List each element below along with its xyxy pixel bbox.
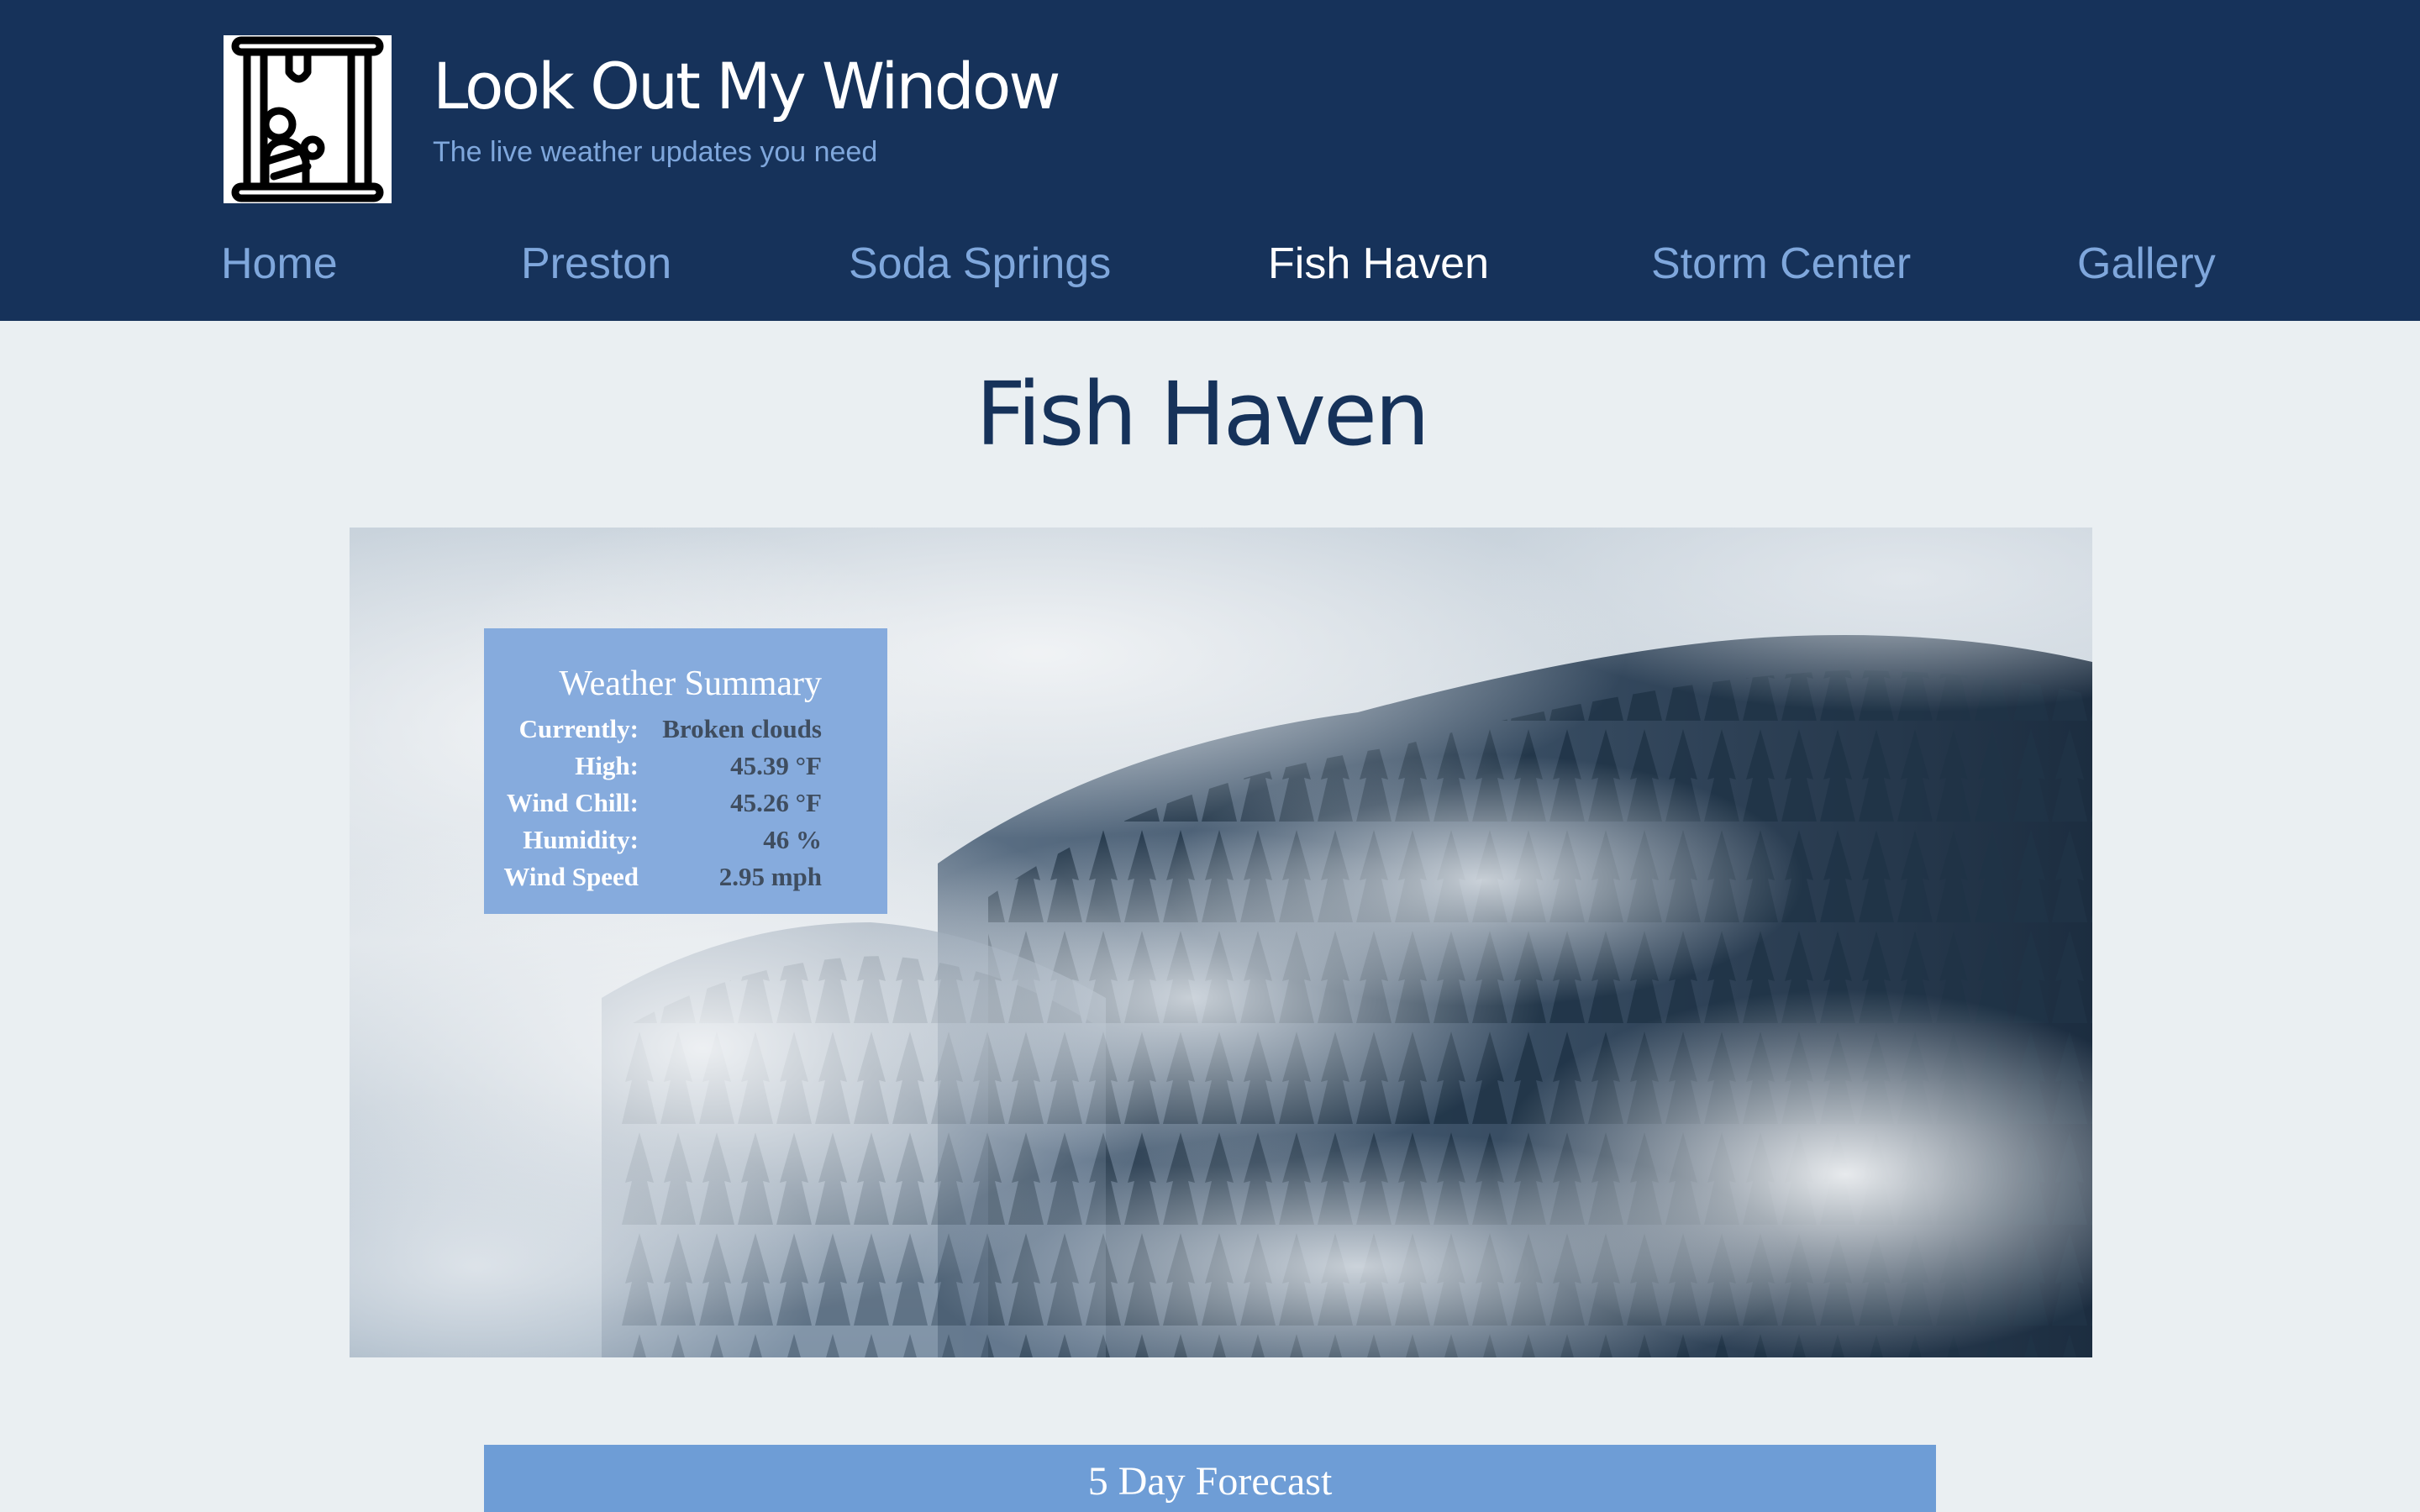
- weather-summary-title: Weather Summary: [559, 664, 822, 703]
- forecast-section: 5 Day Forecast: [484, 1445, 1936, 1512]
- weather-label: Currently:: [518, 714, 639, 743]
- site-tagline: The live weather updates you need: [433, 136, 878, 168]
- nav-item-gallery[interactable]: Gallery: [2077, 239, 2216, 289]
- nav-item-fish-haven[interactable]: Fish Haven: [1268, 239, 1489, 289]
- site-header: Look Out My Window The live weather upda…: [0, 0, 2420, 321]
- weather-summary-panel: Weather Summary Currently: Broken clouds…: [484, 628, 887, 914]
- weather-row-high: High: 45.39 °F: [484, 751, 887, 788]
- weather-value: 45.26 °F: [730, 788, 822, 817]
- weather-value: 2.95 mph: [718, 862, 822, 891]
- site-title[interactable]: Look Out My Window: [433, 49, 1060, 123]
- weather-row-humidity: Humidity: 46 %: [484, 825, 887, 862]
- page-title: Fish Haven: [976, 363, 1430, 465]
- nav-item-storm-center[interactable]: Storm Center: [1651, 239, 1911, 289]
- weather-row-wind-chill: Wind Chill: 45.26 °F: [484, 788, 887, 825]
- weather-value: Broken clouds: [662, 714, 822, 743]
- weather-row-wind-speed: Wind Speed 2.95 mph: [484, 862, 887, 899]
- weather-label: Wind Chill:: [506, 788, 639, 817]
- site-logo[interactable]: [224, 35, 392, 203]
- nav-item-preston[interactable]: Preston: [521, 239, 671, 289]
- weather-value: 45.39 °F: [730, 751, 822, 780]
- nav-item-home[interactable]: Home: [221, 239, 338, 289]
- weather-label: Humidity:: [523, 825, 639, 854]
- main-nav: Home Preston Soda Springs Fish Haven Sto…: [221, 239, 2221, 299]
- weather-label: High:: [575, 751, 639, 780]
- weather-label: Wind Speed: [503, 862, 639, 891]
- weather-row-currently: Currently: Broken clouds: [484, 714, 887, 751]
- weather-value: 46 %: [763, 825, 822, 854]
- forecast-title: 5 Day Forecast: [1087, 1459, 1333, 1504]
- person-at-window-icon: [231, 36, 384, 202]
- nav-item-soda-springs[interactable]: Soda Springs: [849, 239, 1111, 289]
